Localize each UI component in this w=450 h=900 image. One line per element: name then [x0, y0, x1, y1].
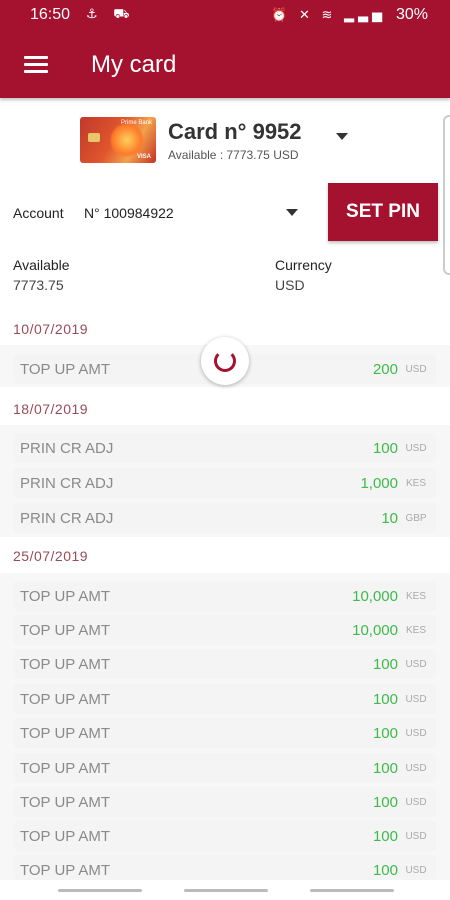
card-image: Prime Bank VISA: [80, 117, 156, 163]
transaction-amount: 1,000: [360, 475, 398, 492]
transaction-description: TOP UP AMT: [20, 691, 111, 708]
card-selector[interactable]: Prime Bank VISA Card n° 9952 Available :…: [80, 113, 360, 165]
transaction-row[interactable]: TOP UP AMT 100 USD: [14, 855, 436, 880]
system-status-icons: ⏰ ✕ ≋ ▂▃▅: [271, 7, 386, 22]
card-chip-icon: [88, 133, 100, 142]
transaction-row[interactable]: PRIN CR ADJ 10 GBP: [14, 503, 436, 533]
card-title: Card n° 9952: [168, 119, 302, 144]
chevron-down-icon[interactable]: [286, 209, 298, 216]
nav-bar-indicator[interactable]: [58, 889, 142, 892]
app-bar: My card: [0, 30, 450, 98]
card-network-logo: VISA: [136, 154, 151, 160]
transaction-currency: KES: [405, 591, 426, 602]
transaction-amount: 100: [372, 760, 398, 777]
transaction-currency: GBP: [405, 513, 427, 524]
transaction-amount: 200: [372, 361, 398, 378]
transaction-amount: 100: [372, 691, 398, 708]
set-pin-button[interactable]: SET PIN: [328, 183, 438, 241]
currency-value: USD: [275, 277, 305, 293]
status-bar: 16:50 ⚓ ⛟ ⏰ ✕ ≋ ▂▃▅ 30%: [0, 0, 450, 30]
transaction-currency: USD: [405, 694, 427, 705]
transaction-currency: USD: [405, 831, 427, 842]
date-header: 18/07/2019: [13, 401, 89, 417]
transaction-amount: 100: [372, 440, 398, 457]
transaction-amount: 10,000: [352, 622, 398, 639]
transaction-description: TOP UP AMT: [20, 794, 111, 811]
transaction-currency: USD: [405, 364, 427, 375]
page-title: My card: [91, 51, 177, 78]
transaction-currency: USD: [405, 865, 427, 876]
transaction-currency: KES: [405, 625, 426, 636]
date-header: 25/07/2019: [13, 548, 89, 564]
transaction-row[interactable]: TOP UP AMT 100 USD: [14, 718, 436, 748]
transaction-description: PRIN CR ADJ: [20, 475, 114, 492]
card-available: Available : 7773.75 USD: [168, 148, 299, 162]
transaction-description: PRIN CR ADJ: [20, 440, 114, 457]
transaction-currency: USD: [405, 763, 427, 774]
transaction-currency: USD: [405, 728, 427, 739]
transaction-row[interactable]: PRIN CR ADJ 100 USD: [14, 433, 436, 463]
transaction-row[interactable]: TOP UP AMT 100 USD: [14, 787, 436, 817]
transaction-currency: USD: [405, 659, 427, 670]
transaction-description: TOP UP AMT: [20, 656, 111, 673]
transaction-amount: 10: [381, 510, 398, 527]
chevron-down-icon[interactable]: [336, 133, 348, 140]
transaction-row[interactable]: TOP UP AMT 10,000 KES: [14, 615, 436, 645]
transaction-currency: USD: [405, 797, 427, 808]
transaction-description: TOP UP AMT: [20, 588, 111, 605]
transaction-row[interactable]: PRIN CR ADJ 1,000 KES: [14, 468, 436, 498]
account-number: N° 100984922: [84, 205, 174, 221]
loading-spinner-icon: [201, 337, 249, 385]
card-brand: Prime Bank: [120, 120, 152, 126]
notification-icons: ⚓ ⛟: [86, 6, 136, 21]
transaction-description: TOP UP AMT: [20, 622, 111, 639]
transaction-description: TOP UP AMT: [20, 725, 111, 742]
transaction-description: TOP UP AMT: [20, 361, 111, 378]
transaction-description: TOP UP AMT: [20, 862, 111, 879]
status-time: 16:50: [30, 6, 71, 23]
available-value: 7773.75: [13, 277, 64, 293]
battery-percent: 30%: [395, 6, 428, 23]
date-header: 10/07/2019: [13, 321, 89, 337]
transaction-row[interactable]: TOP UP AMT 100 USD: [14, 821, 436, 851]
nav-bar-indicator[interactable]: [184, 889, 268, 892]
transaction-description: PRIN CR ADJ: [20, 510, 114, 527]
system-nav-bar: [0, 880, 450, 900]
transaction-amount: 100: [372, 794, 398, 811]
available-label: Available: [13, 257, 70, 273]
currency-label: Currency: [275, 257, 332, 273]
transaction-amount: 10,000: [352, 588, 398, 605]
nav-bar-indicator[interactable]: [310, 889, 394, 892]
account-label: Account: [13, 205, 64, 221]
transaction-currency: KES: [405, 478, 426, 489]
transaction-row[interactable]: TOP UP AMT 10,000 KES: [14, 581, 436, 611]
account-selector[interactable]: Account N° 100984922: [13, 203, 303, 225]
transaction-description: TOP UP AMT: [20, 828, 111, 845]
transaction-description: TOP UP AMT: [20, 760, 111, 777]
transaction-amount: 100: [372, 725, 398, 742]
transaction-row[interactable]: TOP UP AMT 100 USD: [14, 649, 436, 679]
transaction-amount: 100: [372, 862, 398, 879]
transaction-row[interactable]: TOP UP AMT 100 USD: [14, 753, 436, 783]
transaction-currency: USD: [405, 443, 427, 454]
transaction-row[interactable]: TOP UP AMT 100 USD: [14, 684, 436, 714]
side-drawer-handle[interactable]: [443, 115, 450, 275]
transaction-amount: 100: [372, 828, 398, 845]
transaction-amount: 100: [372, 656, 398, 673]
hamburger-menu-icon[interactable]: [24, 56, 48, 74]
